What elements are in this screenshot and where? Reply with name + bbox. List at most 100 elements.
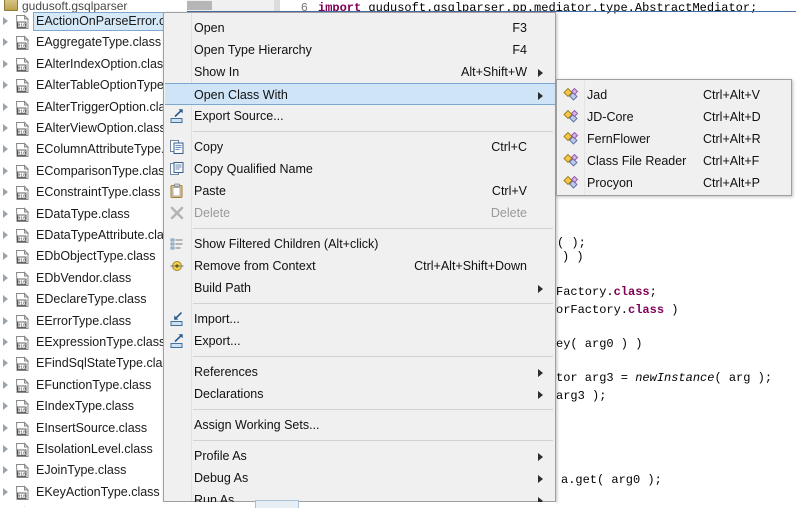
menu-item[interactable]: Run As	[165, 489, 555, 511]
tree-item-label: EAlterViewOption.class	[36, 121, 166, 135]
code-token: ey( arg0 ) )	[556, 337, 643, 351]
code-token: ( arg );	[714, 371, 773, 385]
menu-item[interactable]: Open Class With	[165, 83, 555, 105]
chevron-right-icon[interactable]	[3, 295, 8, 304]
context-menu[interactable]: Open F3 Open Type Hierarchy F4 Show In Alt+Sh…	[163, 12, 556, 507]
chevron-right-icon[interactable]	[3, 466, 8, 475]
enum-class-icon: 010	[15, 185, 30, 201]
menu-item-label: Delete	[194, 206, 231, 220]
submenu-item[interactable]: Procyon Ctrl+Alt+P	[558, 172, 791, 194]
tree-item[interactable]: 010 EIndexType.class	[0, 396, 187, 416]
menu-item[interactable]: Copy Qualified Name	[165, 158, 555, 180]
menu-item[interactable]: Export...	[165, 330, 555, 352]
chevron-right-icon[interactable]	[3, 487, 8, 496]
tree-item[interactable]: 010 EAggregateType.class	[0, 32, 187, 52]
tree-item[interactable]: 010 EDeclareType.class	[0, 289, 187, 309]
submenu-item[interactable]: FernFlower Ctrl+Alt+R	[558, 128, 791, 150]
chevron-right-icon[interactable]	[3, 166, 8, 175]
code-token: ( );	[557, 236, 586, 250]
chevron-right-icon[interactable]	[3, 102, 8, 111]
submenu-item[interactable]: JD-Core Ctrl+Alt+D	[558, 106, 791, 128]
menu-item-label: Debug As	[194, 471, 249, 485]
menu-item[interactable]: References	[165, 361, 555, 383]
menu-item[interactable]: Assign Working Sets...	[165, 414, 555, 436]
chevron-right-icon[interactable]	[3, 380, 8, 389]
delete-icon	[169, 205, 185, 221]
submenu-item[interactable]: Class File Reader Ctrl+Alt+F	[558, 150, 791, 172]
menu-item[interactable]: Export Source...	[165, 105, 555, 127]
menu-item[interactable]: Profile As	[165, 445, 555, 467]
menu-item[interactable]: Declarations	[165, 383, 555, 405]
tree-item[interactable]: 010 EFindSqlStateType.class	[0, 353, 187, 373]
tree-item[interactable]: 010 EActionOnParseError.class	[0, 11, 187, 31]
tree-item[interactable]: 010 EAlterIndexOption.class	[0, 54, 187, 74]
chevron-right-icon	[538, 285, 543, 293]
tree-item[interactable]: 010 EKeyActionType.class	[0, 482, 187, 502]
tree-item[interactable]: 010 EComparisonType.class	[0, 161, 187, 181]
tree-item[interactable]: 010 EIsolationLevel.class	[0, 439, 187, 459]
menu-item[interactable]: Build Path	[165, 277, 555, 299]
svg-text:010: 010	[18, 151, 27, 157]
tree-item[interactable]: 010 EColumnAttributeType.class	[0, 139, 187, 159]
menu-item[interactable]: Open Type Hierarchy F4	[165, 39, 555, 61]
tree-item[interactable]: 010 EDbObjectType.class	[0, 246, 187, 266]
menu-item: Delete Delete	[165, 202, 555, 224]
menu-item[interactable]: Debug As	[165, 467, 555, 489]
chevron-right-icon[interactable]	[3, 81, 8, 90]
code-line: ( );	[557, 236, 586, 250]
decompiler-icon	[563, 109, 579, 125]
tree-item[interactable]: 010 EDbVendor.class	[0, 268, 187, 288]
menu-item-label: Import...	[194, 312, 240, 326]
menu-item[interactable]: Show In Alt+Shift+W	[165, 61, 555, 83]
chevron-right-icon[interactable]	[3, 188, 8, 197]
tree-item[interactable]: 010 EAlterTriggerOption.class	[0, 97, 187, 117]
menu-item[interactable]: Paste Ctrl+V	[165, 180, 555, 202]
menu-item[interactable]: Import...	[165, 308, 555, 330]
chevron-right-icon[interactable]	[3, 17, 8, 25]
menu-item[interactable]: Copy Ctrl+C	[165, 136, 555, 158]
menu-separator	[193, 131, 553, 132]
code-token: tor arg3 =	[556, 371, 636, 385]
tree-item[interactable]: 010 EAlterTableOptionType.class	[0, 75, 187, 95]
scrollbar-thumb[interactable]	[186, 1, 212, 10]
chevron-right-icon[interactable]	[3, 252, 8, 261]
decompiler-icon	[563, 87, 579, 103]
tree-item[interactable]: 010 EDataType.class	[0, 204, 187, 224]
chevron-right-icon[interactable]	[3, 38, 8, 47]
tree-item[interactable]: 010 EAlterViewOption.class	[0, 118, 187, 138]
open-class-with-submenu[interactable]: Jad Ctrl+Alt+V JD-Core Ctrl+Alt+D FernFlower…	[556, 79, 792, 196]
tree-item[interactable]: 010EKeyReferenceType.class	[0, 503, 187, 507]
tree-item-label: EKeyActionType.class	[36, 484, 160, 499]
tree-item[interactable]: 010 EExpressionType.class	[0, 332, 187, 352]
chevron-right-icon[interactable]	[3, 209, 8, 218]
svg-text:010: 010	[18, 236, 27, 242]
chevron-right-icon[interactable]	[3, 423, 8, 432]
tree-item[interactable]: 010 EConstraintType.class	[0, 182, 187, 202]
tree-item[interactable]: 010 EInsertSource.class	[0, 418, 187, 438]
menu-item[interactable]: Show Filtered Children (Alt+click)	[165, 233, 555, 255]
chevron-right-icon[interactable]	[3, 273, 8, 282]
menu-item[interactable]: Open F3	[165, 17, 555, 39]
import-icon	[169, 311, 185, 327]
chevron-right-icon[interactable]	[3, 359, 8, 368]
chevron-right-icon[interactable]	[3, 445, 8, 453]
tree-item[interactable]: 010 EFunctionType.class	[0, 375, 187, 395]
menu-item-shortcut: Alt+Shift+W	[461, 65, 527, 79]
chevron-right-icon[interactable]	[3, 231, 8, 239]
submenu-item[interactable]: Jad Ctrl+Alt+V	[558, 84, 791, 106]
enum-class-icon: 010	[15, 356, 30, 372]
package-explorer-tree[interactable]: gudusoft.gsqlparser 010 EActionOnParseErr…	[0, 0, 187, 507]
tree-item[interactable]: 010 EErrorType.class	[0, 311, 187, 331]
chevron-right-icon[interactable]	[3, 124, 8, 132]
tree-item-label: EDataType.class	[36, 206, 130, 221]
chevron-right-icon[interactable]	[3, 145, 8, 154]
chevron-right-icon[interactable]	[3, 316, 8, 325]
tree-item[interactable]: 010 EJoinType.class	[0, 460, 187, 480]
chevron-right-icon[interactable]	[3, 59, 8, 68]
chevron-right-icon[interactable]	[3, 402, 8, 411]
menu-separator	[193, 228, 553, 229]
chevron-right-icon[interactable]	[3, 338, 8, 346]
menu-item[interactable]: Remove from Context Ctrl+Alt+Shift+Down	[165, 255, 555, 277]
enum-class-icon: 010	[15, 313, 30, 329]
tree-item[interactable]: 010 EDataTypeAttribute.class	[0, 225, 187, 245]
